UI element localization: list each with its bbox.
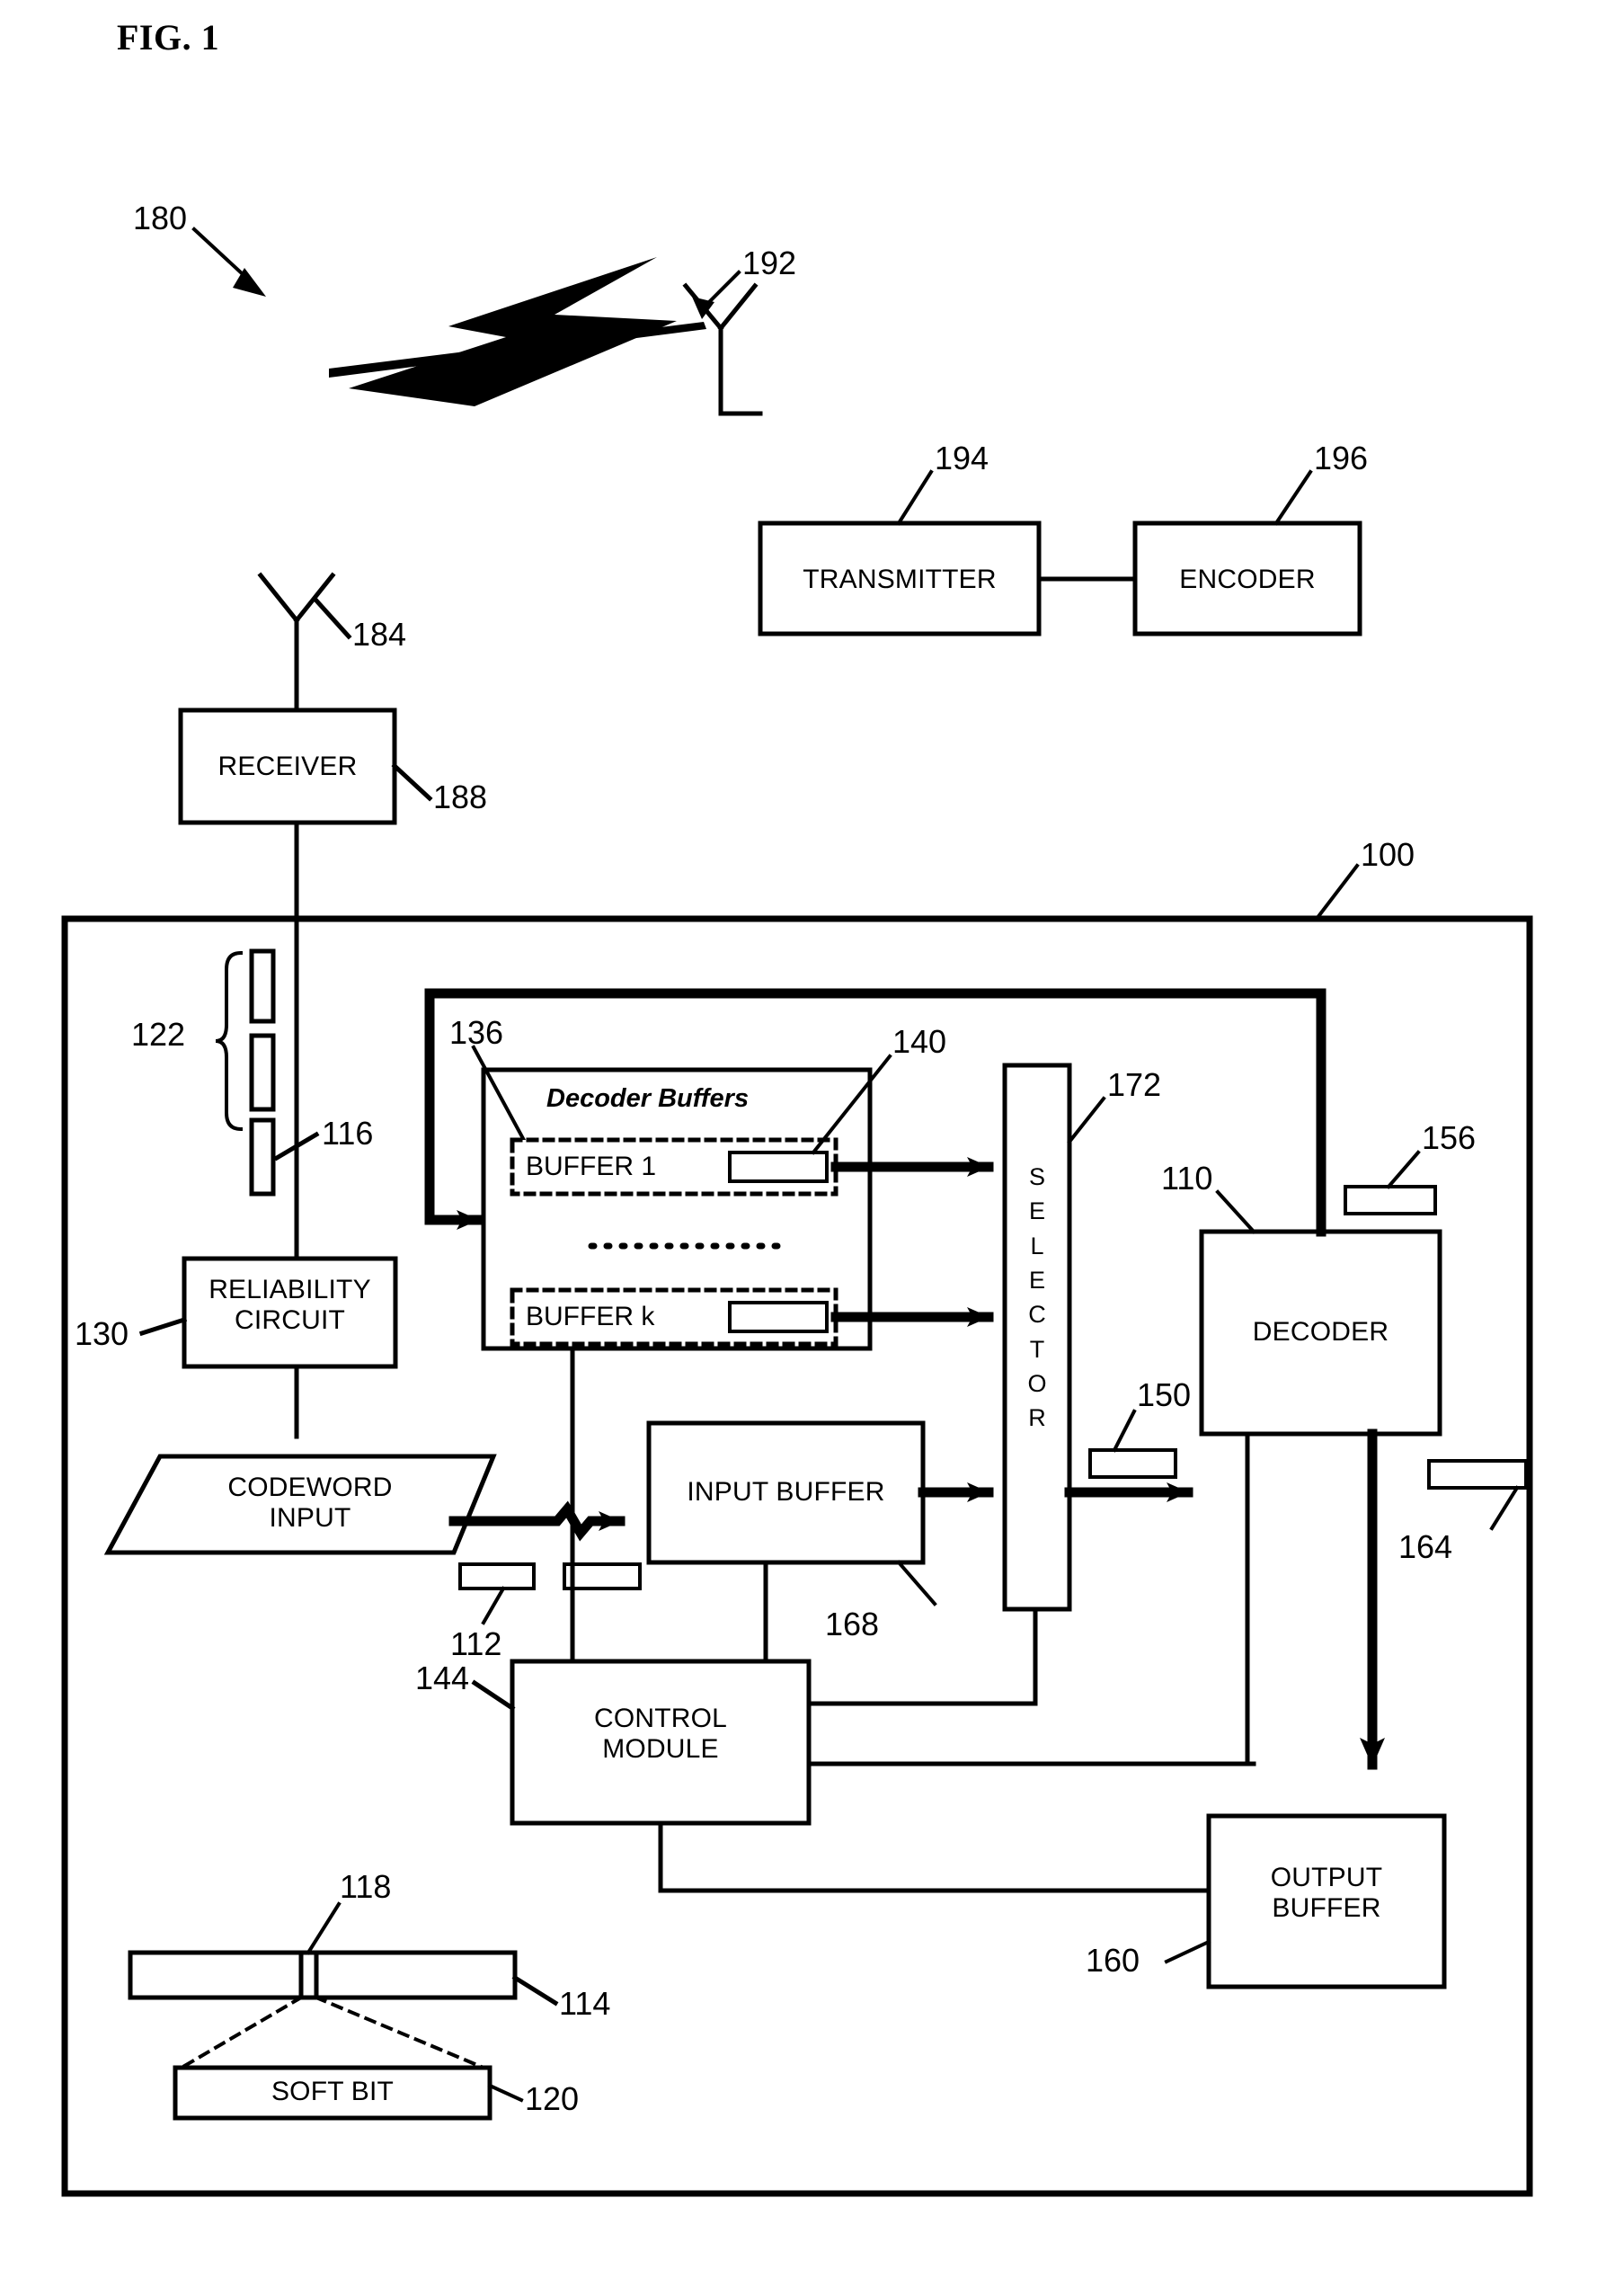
buffer-first-label: BUFFER 1 [526,1152,657,1181]
encoder-label: ENCODER [1179,565,1316,594]
ref-144: 144 [415,1660,470,1696]
ref-164: 164 [1398,1528,1453,1565]
ref-140: 140 [892,1023,947,1060]
ref-100: 100 [1361,836,1415,873]
ref-184: 184 [352,616,407,653]
ref-194: 194 [935,440,989,476]
ref-156: 156 [1422,1119,1477,1156]
selector-label: S E L E C T O R [1027,1163,1047,1432]
ref-150: 150 [1137,1376,1192,1413]
ref-160: 160 [1086,1942,1140,1979]
buffer-last-label: BUFFER k [526,1302,655,1331]
figure-drawing [61,227,1533,2197]
ref-118: 118 [340,1868,392,1905]
decoder-buffers-title: Decoder Buffers [546,1084,750,1113]
ref-116: 116 [322,1115,374,1152]
codeword-input-label: CODEWORD INPUT [227,1473,393,1533]
ref-122: 122 [131,1016,186,1053]
ref-110: 110 [1161,1160,1213,1197]
patent-figure-page: FIG. 1 TRANSMITTER ENCODER RECEIVER RELI… [0,0,1606,2296]
ref-196: 196 [1314,440,1369,476]
ref-192: 192 [742,245,797,281]
ref-112: 112 [450,1625,502,1662]
ref-120: 120 [525,2080,580,2117]
ref-188: 188 [433,779,488,815]
ref-114: 114 [559,1985,611,2022]
output-buffer-label: OUTPUT BUFFER [1270,1863,1383,1923]
ref-180: 180 [133,200,188,236]
ref-130: 130 [75,1315,129,1352]
ref-172: 172 [1107,1066,1162,1103]
soft-bit-label: SOFT BIT [271,2077,395,2106]
transmitter-label: TRANSMITTER [803,565,997,594]
input-buffer-label: INPUT BUFFER [687,1477,885,1507]
reliability-circuit-label: RELIABILITY CIRCUIT [209,1275,371,1335]
ref-168: 168 [825,1606,880,1642]
control-module-label: CONTROL MODULE [593,1704,728,1764]
receiver-label: RECEIVER [217,752,358,781]
ref-136: 136 [449,1014,504,1051]
decoder-label: DECODER [1252,1317,1389,1347]
